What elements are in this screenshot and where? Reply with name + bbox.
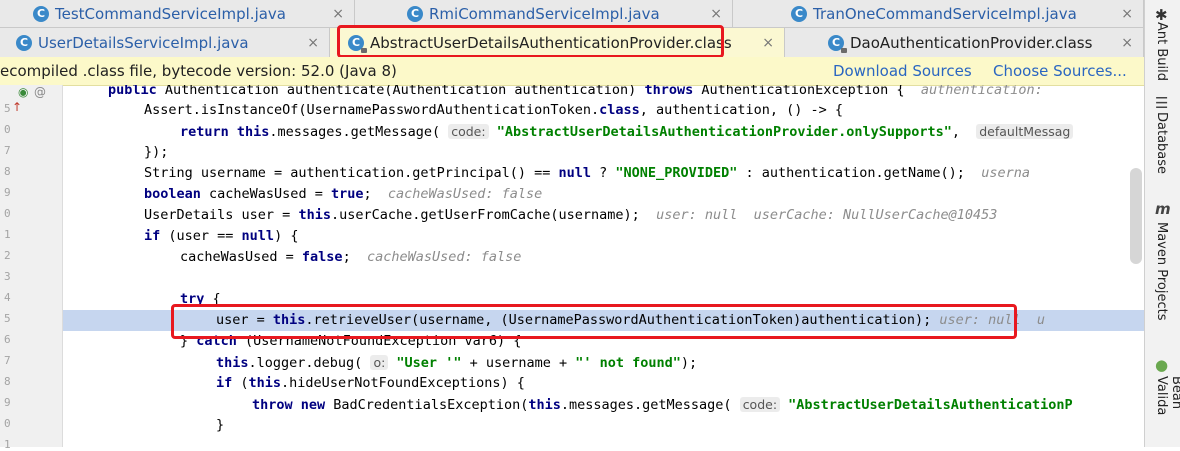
tab-label: TranOneCommandServiceImpl.java <box>813 4 1077 23</box>
code-line: this.logger.debug( o: "User '" + usernam… <box>216 355 698 371</box>
code-line: public Authentication authenticate(Authe… <box>108 85 1043 98</box>
line-number: 1 <box>4 228 11 241</box>
tab-rmi-command-service-impl[interactable]: C RmiCommandServiceImpl.java × <box>355 0 733 27</box>
code-line: String username = authentication.getPrin… <box>144 165 1030 181</box>
current-code-line: user = this.retrieveUser(username, (User… <box>63 310 1144 331</box>
line-number: 1 <box>4 438 11 451</box>
tab-user-details-service-impl[interactable]: C UserDetailsServiceImpl.java × <box>0 28 330 57</box>
line-number: 0 <box>4 417 11 430</box>
close-icon[interactable]: × <box>762 35 774 51</box>
line-number: 2 <box>4 249 11 262</box>
download-sources-link[interactable]: Download Sources <box>833 62 972 80</box>
close-icon[interactable]: × <box>1121 35 1133 51</box>
param-hint: o: <box>370 355 389 370</box>
code-line: throw new BadCredentialsException(this.m… <box>252 397 1073 413</box>
right-tool-strip: ✱ Ant Build ☰ Database m Maven Projects … <box>1144 0 1180 447</box>
tab-row-1: C TestCommandServiceImpl.java × C RmiCom… <box>0 0 1144 28</box>
close-icon[interactable]: × <box>332 6 344 22</box>
tab-label: UserDetailsServiceImpl.java <box>38 33 249 52</box>
line-number: 3 <box>4 270 11 283</box>
code-line: boolean cacheWasUsed = true; cacheWasUse… <box>144 186 543 202</box>
close-icon[interactable]: × <box>1121 6 1133 22</box>
tab-label: RmiCommandServiceImpl.java <box>429 4 660 23</box>
implements-icon[interactable]: ◉ <box>18 85 28 99</box>
param-hint: code: <box>448 124 489 139</box>
class-c-icon: C <box>16 34 32 51</box>
line-number: 8 <box>4 375 11 388</box>
line-number: 9 <box>4 186 11 199</box>
param-hint: code: <box>739 397 781 412</box>
close-icon[interactable]: × <box>307 35 319 51</box>
line-number: 6 <box>4 333 11 346</box>
tab-abstract-user-details-authentication-provider[interactable]: C AbstractUserDetailsAuthenticationProvi… <box>330 28 785 57</box>
banner-message: ecompiled .class file, bytecode version:… <box>0 62 397 80</box>
code-line: }); <box>144 144 169 160</box>
code-line: } catch (UsernameNotFoundException var6)… <box>180 333 522 349</box>
override-icon[interactable]: ↑ <box>12 100 22 114</box>
editor-scrollbar-thumb[interactable] <box>1130 168 1142 264</box>
code-line: if (this.hideUserNotFoundExceptions) { <box>216 375 525 391</box>
code-line: return this.messages.getMessage( code: "… <box>63 121 1144 142</box>
class-c-locked-icon: C <box>348 34 367 53</box>
bean-validation-tool[interactable]: Bean Valida <box>1154 376 1180 447</box>
annotation-icon: @ <box>34 85 46 99</box>
code-line: } <box>216 417 225 433</box>
maven-icon: m <box>1155 200 1171 218</box>
tab-row-2: C UserDetailsServiceImpl.java × C Abstra… <box>0 28 1144 58</box>
class-c-locked-icon: C <box>828 34 847 53</box>
tab-label: TestCommandServiceImpl.java <box>55 4 286 23</box>
line-number: 0 <box>4 207 11 220</box>
line-number: 9 <box>4 396 11 409</box>
code-line: cacheWasUsed = false; cacheWasUsed: fals… <box>180 249 522 265</box>
class-c-icon: C <box>33 5 49 22</box>
tab-dao-authentication-provider[interactable]: C DaoAuthenticationProvider.class × <box>785 28 1144 57</box>
line-number: 5 <box>4 312 11 325</box>
bean-icon: ● <box>1155 356 1169 374</box>
line-number: 5 <box>4 102 11 115</box>
tab-test-command-service-impl[interactable]: C TestCommandServiceImpl.java × <box>0 0 355 27</box>
line-number: 4 <box>4 291 11 304</box>
decompiled-banner: ecompiled .class file, bytecode version:… <box>0 57 1144 86</box>
code-line: Assert.isInstanceOf(UsernamePasswordAuth… <box>144 102 843 118</box>
tab-label: DaoAuthenticationProvider.class <box>850 33 1093 52</box>
line-gutter: ◉ @ ↑ 5 0 7 8 9 0 1 2 3 4 5 6 7 8 9 0 1 <box>0 85 63 451</box>
class-c-icon: C <box>407 5 423 22</box>
database-tool[interactable]: Database <box>1154 112 1169 174</box>
line-number: 8 <box>4 165 11 178</box>
choose-sources-link[interactable]: Choose Sources... <box>993 62 1127 80</box>
param-hint: defaultMessag <box>976 124 1074 139</box>
code-line: try { <box>180 291 221 307</box>
tab-label: AbstractUserDetailsAuthenticationProvide… <box>370 33 732 52</box>
maven-projects-tool[interactable]: Maven Projects <box>1154 222 1169 321</box>
code-editor[interactable]: public Authentication authenticate(Authe… <box>63 85 1144 447</box>
code-line: if (user == null) { <box>144 228 299 244</box>
close-icon[interactable]: × <box>710 6 722 22</box>
line-number: 0 <box>4 123 11 136</box>
tab-tranone-command-service-impl[interactable]: C TranOneCommandServiceImpl.java × <box>733 0 1144 27</box>
ant-build-tool[interactable]: Ant Build <box>1154 22 1169 81</box>
line-number: 7 <box>4 354 11 367</box>
code-line: UserDetails user = this.userCache.getUse… <box>144 207 998 223</box>
line-number: 7 <box>4 144 11 157</box>
class-c-icon: C <box>791 5 807 22</box>
database-icon: ☰ <box>1155 94 1169 112</box>
